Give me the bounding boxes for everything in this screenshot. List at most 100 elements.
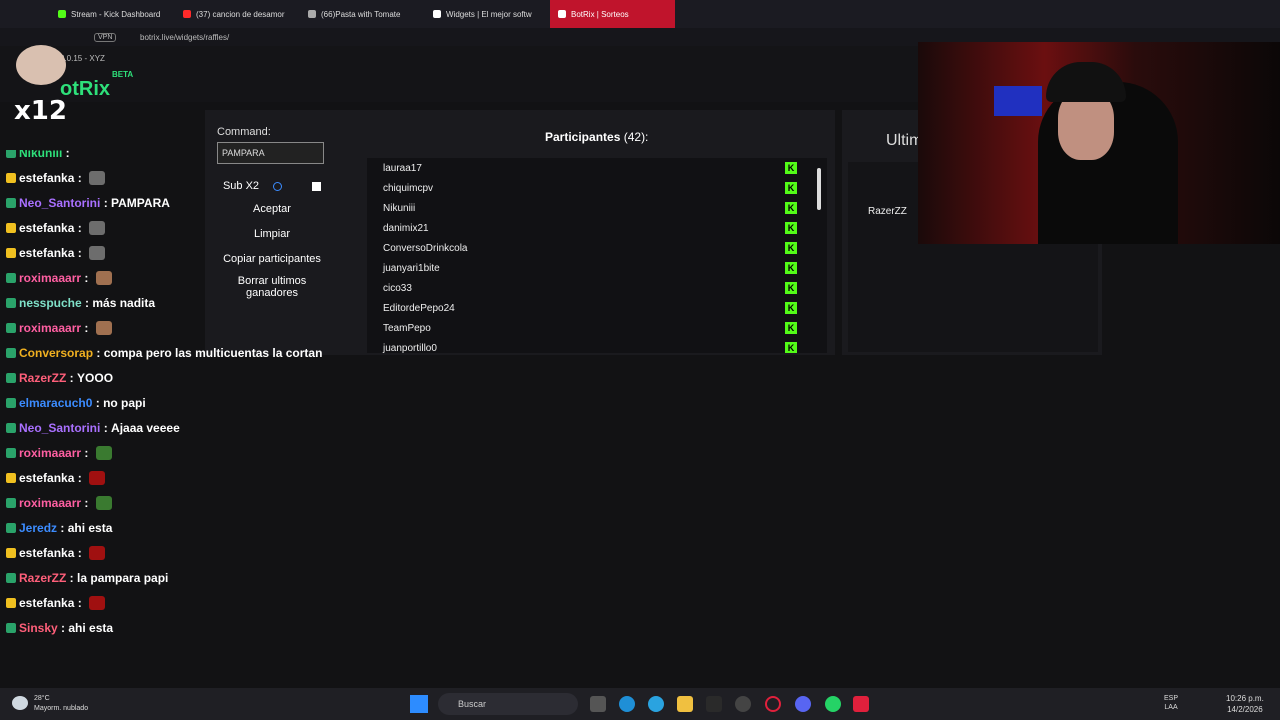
- weather-widget[interactable]: 28°C Mayorm. nublado: [34, 694, 88, 714]
- participants-title: Participantes (42):: [545, 130, 648, 144]
- tab-favicon-icon: [183, 10, 191, 18]
- chat-username[interactable]: estefanka: [19, 471, 74, 485]
- language-indicator[interactable]: ESP LAA: [1164, 694, 1178, 712]
- chat-username[interactable]: estefanka: [19, 221, 74, 235]
- chat-username[interactable]: roximaaarr: [19, 446, 81, 460]
- chat-badge-icon: [6, 373, 16, 383]
- chat-message: roximaaarr :: [6, 496, 112, 510]
- chat-separator: :: [81, 296, 93, 310]
- chat-separator: :: [100, 196, 112, 210]
- folder-icon[interactable]: [677, 696, 693, 712]
- browser-tab[interactable]: BotRix | Sorteos: [550, 0, 675, 28]
- chat-username[interactable]: RazerZZ: [19, 371, 66, 385]
- vpn-badge[interactable]: VPN: [94, 32, 117, 42]
- chat-emote-icon: [95, 271, 112, 285]
- chat-username[interactable]: elmaracuch0: [19, 396, 92, 410]
- chat-message: roximaaarr :: [6, 321, 112, 335]
- browser-tab[interactable]: Stream - Kick Dashboard: [50, 0, 175, 28]
- chat-separator: :: [100, 421, 112, 435]
- chat-badge-icon: [6, 398, 16, 408]
- browser-tab[interactable]: (66)Pasta with Tomate: [300, 0, 425, 28]
- participants-count: (42):: [623, 130, 649, 144]
- kick-badge-icon: K: [785, 222, 797, 234]
- taskbar-search[interactable]: Buscar: [438, 693, 578, 715]
- chat-message: estefanka :: [6, 596, 106, 610]
- chat-badge-icon: [6, 448, 16, 458]
- tab-favicon-icon: [558, 10, 566, 18]
- chat-message: estefanka :: [6, 546, 106, 560]
- chat-emote-icon: [89, 471, 106, 485]
- kick-badge-icon: K: [785, 182, 797, 194]
- chat-message: RazerZZ : la pampara papi: [6, 571, 168, 585]
- participant-row: lauraa17 K: [367, 158, 827, 178]
- chat-username[interactable]: estefanka: [19, 246, 74, 260]
- chat-username[interactable]: Conversorap: [19, 346, 93, 360]
- chat-overlay: Nikuniii : estefanka : Neo_Santorini : P…: [0, 150, 420, 688]
- tab-title: (37) cancion de desamor: [196, 9, 285, 19]
- url-text[interactable]: botrix.live/widgets/raffles/: [140, 33, 229, 42]
- task-view-icon[interactable]: [590, 696, 606, 712]
- chat-separator: :: [62, 150, 74, 160]
- telegram-icon[interactable]: [648, 696, 664, 712]
- chat-text: ahi esta: [67, 521, 113, 535]
- whatsapp-icon[interactable]: [825, 696, 841, 712]
- chat-separator: :: [81, 321, 92, 335]
- chat-separator: :: [57, 521, 68, 535]
- kick-badge-icon: K: [785, 262, 797, 274]
- chat-message: Neo_Santorini : Ajaaa veeee: [6, 421, 180, 435]
- winners-title: Ultim: [886, 132, 923, 149]
- app-icon[interactable]: [735, 696, 751, 712]
- chat-badge-icon: [6, 248, 16, 258]
- chat-message: Nikuniii :: [6, 150, 73, 160]
- opera-gx-icon[interactable]: [765, 696, 781, 712]
- browser-tab[interactable]: Widgets | El mejor softw: [425, 0, 550, 28]
- chat-username[interactable]: Sinsky: [19, 621, 58, 635]
- chat-username[interactable]: Nikuniii: [19, 150, 62, 160]
- participant-row: EditordePepo24 K: [367, 298, 827, 318]
- chat-badge-icon: [6, 598, 16, 608]
- chat-badge-icon: [6, 323, 16, 333]
- chat-username[interactable]: Neo_Santorini: [19, 421, 100, 435]
- chat-message: estefanka :: [6, 221, 106, 235]
- chat-username[interactable]: estefanka: [19, 546, 74, 560]
- participant-row: cico33 K: [367, 278, 827, 298]
- chat-badge-icon: [6, 173, 16, 183]
- participant-row: ConversoDrinkcola K: [367, 238, 827, 258]
- chat-username[interactable]: nesspuche: [19, 296, 82, 310]
- chat-username[interactable]: roximaaarr: [19, 321, 81, 335]
- windows-start-icon[interactable]: [410, 695, 428, 713]
- kick-badge-icon: K: [785, 342, 797, 353]
- region-code: LAA: [1164, 704, 1178, 711]
- discord-icon[interactable]: [795, 696, 811, 712]
- chat-badge-icon: [6, 273, 16, 283]
- chat-username[interactable]: estefanka: [19, 171, 74, 185]
- chat-separator: :: [92, 396, 104, 410]
- chat-username[interactable]: estefanka: [19, 596, 74, 610]
- chat-message: estefanka :: [6, 246, 106, 260]
- participant-row: Nikuniii K: [367, 198, 827, 218]
- participant-row: danimix21 K: [367, 218, 827, 238]
- chat-username[interactable]: roximaaarr: [19, 496, 81, 510]
- clock[interactable]: 10:26 p.m. 14/2/2026: [1226, 693, 1264, 715]
- chat-username[interactable]: roximaaarr: [19, 271, 81, 285]
- chat-separator: :: [66, 571, 78, 585]
- edge-icon[interactable]: [619, 696, 635, 712]
- tiktok-icon[interactable]: [853, 696, 869, 712]
- chat-badge-icon: [6, 348, 16, 358]
- kick-badge-icon: K: [785, 202, 797, 214]
- kick-icon[interactable]: [706, 696, 722, 712]
- streamer-cap: [1046, 62, 1126, 102]
- browser-tab[interactable]: (37) cancion de desamor: [175, 0, 300, 28]
- weather-text: Mayorm. nublado: [34, 705, 89, 712]
- chat-badge-icon: [6, 523, 16, 533]
- chat-emote-icon: [89, 246, 106, 260]
- browser-tab-bar: Stream - Kick Dashboard (37) cancion de d…: [0, 0, 1280, 28]
- tab-favicon-icon: [433, 10, 441, 18]
- chat-username[interactable]: RazerZZ: [19, 571, 66, 585]
- chat-emote-icon: [89, 221, 106, 235]
- chat-username[interactable]: Jeredz: [19, 521, 57, 535]
- chat-username[interactable]: Neo_Santorini: [19, 196, 100, 210]
- chat-text: compa pero las multicuentas la cortan: [103, 346, 323, 360]
- chat-separator: :: [81, 271, 92, 285]
- chat-badge-icon: [6, 423, 16, 433]
